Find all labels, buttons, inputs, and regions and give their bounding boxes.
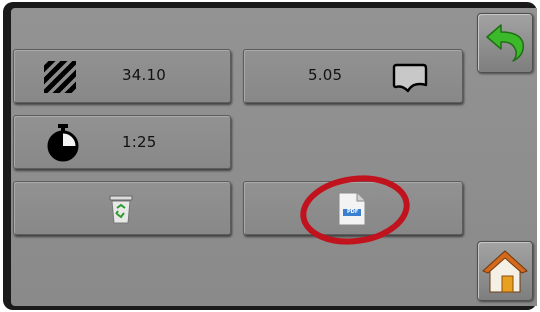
field-outline-icon [392, 63, 428, 93]
home-icon [482, 250, 528, 293]
highlight-annotation-circle [300, 175, 410, 245]
back-arrow-icon [486, 24, 525, 62]
stopwatch-icon [47, 124, 79, 162]
home-button[interactable] [477, 241, 533, 301]
area-tile[interactable]: 34.10 [13, 49, 231, 103]
distance-value: 5.05 [308, 66, 343, 84]
time-tile[interactable]: 1:25 [13, 115, 231, 169]
distance-tile[interactable]: 5.05 [243, 49, 463, 103]
back-button[interactable] [477, 13, 533, 73]
time-value: 1:25 [122, 133, 157, 151]
reset-totals-button[interactable] [13, 181, 231, 235]
area-value: 34.10 [122, 66, 166, 84]
recycle-bin-icon [109, 195, 133, 224]
hatched-area-icon [44, 61, 76, 93]
